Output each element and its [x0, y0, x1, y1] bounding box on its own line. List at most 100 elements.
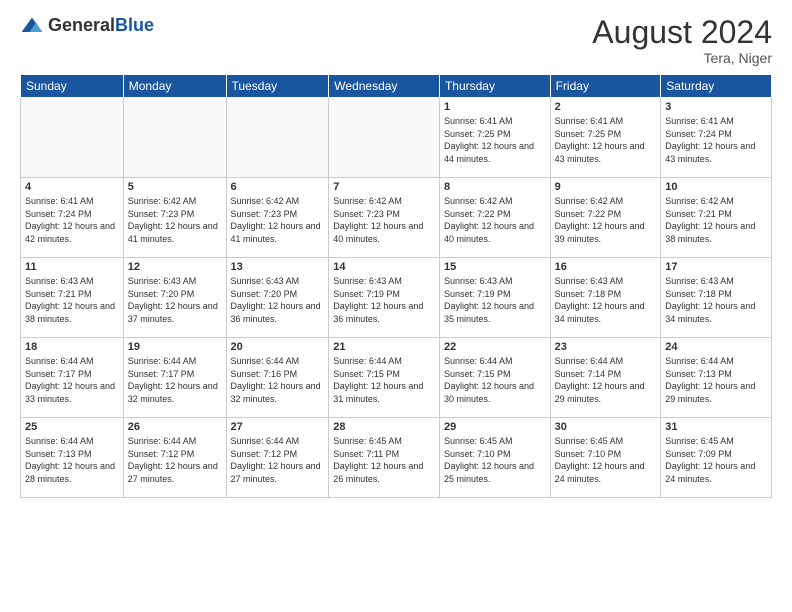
day-info: Sunrise: 6:43 AM Sunset: 7:18 PM Dayligh… — [555, 275, 657, 325]
day-number: 19 — [128, 341, 222, 353]
calendar-week-3: 11 Sunrise: 6:43 AM Sunset: 7:21 PM Dayli… — [21, 258, 772, 338]
logo-icon — [20, 16, 44, 36]
day-number: 31 — [665, 421, 767, 433]
day-info: Sunrise: 6:41 AM Sunset: 7:24 PM Dayligh… — [665, 115, 767, 165]
day-number: 9 — [555, 181, 657, 193]
day-number: 25 — [25, 421, 119, 433]
calendar-cell-w3-d7: 17Sunrise: 6:43 AM Sunset: 7:18 PM Dayli… — [661, 258, 772, 338]
logo-text: GeneralBlue — [48, 15, 154, 36]
day-number: 17 — [665, 261, 767, 273]
day-number: 14 — [333, 261, 435, 273]
calendar-cell-w2-d7: 10Sunrise: 6:42 AM Sunset: 7:21 PM Dayli… — [661, 178, 772, 258]
day-number: 4 — [25, 181, 119, 193]
header-thursday: Thursday — [439, 75, 550, 98]
day-number: 12 — [128, 261, 222, 273]
calendar-cell-w5-d5: 29Sunrise: 6:45 AM Sunset: 7:10 PM Dayli… — [439, 418, 550, 498]
day-info: Sunrise: 6:44 AM Sunset: 7:15 PM Dayligh… — [444, 355, 546, 405]
location: Tera, Niger — [592, 50, 772, 66]
calendar-cell-w4-d6: 23 Sunrise: 6:44 AM Sunset: 7:14 PM Dayli… — [550, 338, 661, 418]
calendar-cell-w2-d5: 8 Sunrise: 6:42 AM Sunset: 7:22 PM Daylig… — [439, 178, 550, 258]
calendar-header-row: Sunday Monday Tuesday Wednesday Thursday… — [21, 75, 772, 98]
calendar-cell-w2-d1: 4 Sunrise: 6:41 AM Sunset: 7:24 PM Daylig… — [21, 178, 124, 258]
calendar-cell-w5-d7: 31 Sunrise: 6:45 AM Sunset: 7:09 PM Dayli… — [661, 418, 772, 498]
day-info: Sunrise: 6:44 AM Sunset: 7:16 PM Dayligh… — [231, 355, 325, 405]
day-info: Sunrise: 6:44 AM Sunset: 7:17 PM Dayligh… — [25, 355, 119, 405]
day-number: 18 — [25, 341, 119, 353]
day-number: 7 — [333, 181, 435, 193]
logo-blue: Blue — [115, 15, 154, 35]
calendar-cell-w2-d4: 7 Sunrise: 6:42 AM Sunset: 7:23 PM Daylig… — [329, 178, 440, 258]
day-number: 16 — [555, 261, 657, 273]
day-info: Sunrise: 6:42 AM Sunset: 7:23 PM Dayligh… — [333, 195, 435, 245]
day-number: 30 — [555, 421, 657, 433]
day-info: Sunrise: 6:41 AM Sunset: 7:24 PM Dayligh… — [25, 195, 119, 245]
header: GeneralBlue August 2024 Tera, Niger — [20, 15, 772, 66]
calendar-cell-w1-d3 — [226, 98, 329, 178]
day-number: 29 — [444, 421, 546, 433]
day-number: 6 — [231, 181, 325, 193]
calendar-cell-w5-d1: 25Sunrise: 6:44 AM Sunset: 7:13 PM Dayli… — [21, 418, 124, 498]
calendar-table: Sunday Monday Tuesday Wednesday Thursday… — [20, 74, 772, 498]
calendar-week-2: 4 Sunrise: 6:41 AM Sunset: 7:24 PM Daylig… — [21, 178, 772, 258]
calendar-cell-w4-d1: 18 Sunrise: 6:44 AM Sunset: 7:17 PM Dayli… — [21, 338, 124, 418]
day-number: 23 — [555, 341, 657, 353]
calendar-week-5: 25Sunrise: 6:44 AM Sunset: 7:13 PM Dayli… — [21, 418, 772, 498]
calendar-cell-w4-d5: 22 Sunrise: 6:44 AM Sunset: 7:15 PM Dayli… — [439, 338, 550, 418]
day-info: Sunrise: 6:43 AM Sunset: 7:21 PM Dayligh… — [25, 275, 119, 325]
calendar-cell-w5-d6: 30Sunrise: 6:45 AM Sunset: 7:10 PM Dayli… — [550, 418, 661, 498]
day-info: Sunrise: 6:43 AM Sunset: 7:19 PM Dayligh… — [444, 275, 546, 325]
calendar-cell-w3-d1: 11 Sunrise: 6:43 AM Sunset: 7:21 PM Dayli… — [21, 258, 124, 338]
month-year: August 2024 — [592, 15, 772, 50]
calendar-cell-w1-d4 — [329, 98, 440, 178]
day-info: Sunrise: 6:42 AM Sunset: 7:21 PM Dayligh… — [665, 195, 767, 245]
calendar-cell-w4-d2: 19Sunrise: 6:44 AM Sunset: 7:17 PM Dayli… — [123, 338, 226, 418]
calendar-cell-w3-d4: 14 Sunrise: 6:43 AM Sunset: 7:19 PM Dayli… — [329, 258, 440, 338]
calendar-cell-w3-d5: 15 Sunrise: 6:43 AM Sunset: 7:19 PM Dayli… — [439, 258, 550, 338]
day-number: 3 — [665, 101, 767, 113]
day-number: 15 — [444, 261, 546, 273]
day-info: Sunrise: 6:42 AM Sunset: 7:23 PM Dayligh… — [128, 195, 222, 245]
calendar-cell-w3-d3: 13 Sunrise: 6:43 AM Sunset: 7:20 PM Dayli… — [226, 258, 329, 338]
day-number: 21 — [333, 341, 435, 353]
day-number: 28 — [333, 421, 435, 433]
day-number: 2 — [555, 101, 657, 113]
logo: GeneralBlue — [20, 15, 154, 36]
calendar-cell-w3-d2: 12 Sunrise: 6:43 AM Sunset: 7:20 PM Dayli… — [123, 258, 226, 338]
header-tuesday: Tuesday — [226, 75, 329, 98]
day-info: Sunrise: 6:42 AM Sunset: 7:22 PM Dayligh… — [444, 195, 546, 245]
logo-general: General — [48, 15, 115, 35]
day-info: Sunrise: 6:44 AM Sunset: 7:13 PM Dayligh… — [665, 355, 767, 405]
day-info: Sunrise: 6:41 AM Sunset: 7:25 PM Dayligh… — [555, 115, 657, 165]
day-info: Sunrise: 6:44 AM Sunset: 7:12 PM Dayligh… — [231, 435, 325, 485]
day-info: Sunrise: 6:44 AM Sunset: 7:15 PM Dayligh… — [333, 355, 435, 405]
day-info: Sunrise: 6:45 AM Sunset: 7:11 PM Dayligh… — [333, 435, 435, 485]
day-info: Sunrise: 6:43 AM Sunset: 7:19 PM Dayligh… — [333, 275, 435, 325]
day-info: Sunrise: 6:44 AM Sunset: 7:14 PM Dayligh… — [555, 355, 657, 405]
day-number: 8 — [444, 181, 546, 193]
calendar-week-1: 1Sunrise: 6:41 AM Sunset: 7:25 PM Daylig… — [21, 98, 772, 178]
day-info: Sunrise: 6:42 AM Sunset: 7:22 PM Dayligh… — [555, 195, 657, 245]
calendar-body: 1Sunrise: 6:41 AM Sunset: 7:25 PM Daylig… — [21, 98, 772, 498]
day-number: 26 — [128, 421, 222, 433]
calendar-cell-w2-d2: 5 Sunrise: 6:42 AM Sunset: 7:23 PM Daylig… — [123, 178, 226, 258]
calendar-cell-w1-d7: 3 Sunrise: 6:41 AM Sunset: 7:24 PM Daylig… — [661, 98, 772, 178]
day-info: Sunrise: 6:41 AM Sunset: 7:25 PM Dayligh… — [444, 115, 546, 165]
day-number: 13 — [231, 261, 325, 273]
calendar-week-4: 18 Sunrise: 6:44 AM Sunset: 7:17 PM Dayli… — [21, 338, 772, 418]
day-info: Sunrise: 6:43 AM Sunset: 7:20 PM Dayligh… — [128, 275, 222, 325]
calendar-cell-w4-d7: 24 Sunrise: 6:44 AM Sunset: 7:13 PM Dayli… — [661, 338, 772, 418]
title-section: August 2024 Tera, Niger — [592, 15, 772, 66]
day-number: 24 — [665, 341, 767, 353]
calendar-cell-w1-d1 — [21, 98, 124, 178]
day-info: Sunrise: 6:43 AM Sunset: 7:20 PM Dayligh… — [231, 275, 325, 325]
day-number: 11 — [25, 261, 119, 273]
header-saturday: Saturday — [661, 75, 772, 98]
day-info: Sunrise: 6:42 AM Sunset: 7:23 PM Dayligh… — [231, 195, 325, 245]
day-number: 5 — [128, 181, 222, 193]
day-info: Sunrise: 6:45 AM Sunset: 7:09 PM Dayligh… — [665, 435, 767, 485]
header-friday: Friday — [550, 75, 661, 98]
day-info: Sunrise: 6:44 AM Sunset: 7:12 PM Dayligh… — [128, 435, 222, 485]
header-wednesday: Wednesday — [329, 75, 440, 98]
day-number: 22 — [444, 341, 546, 353]
calendar-cell-w2-d3: 6 Sunrise: 6:42 AM Sunset: 7:23 PM Daylig… — [226, 178, 329, 258]
